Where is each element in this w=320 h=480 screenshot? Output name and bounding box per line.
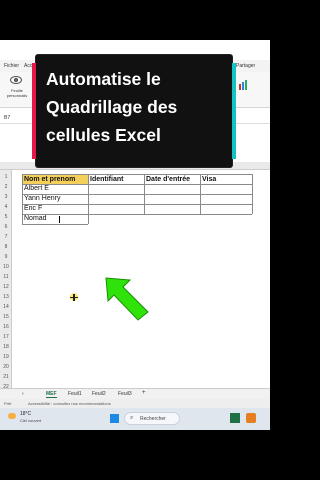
worksheet-grid[interactable]: Nom et prenom Identifiant Date d'entrée …: [12, 170, 270, 388]
tab-sheet-3[interactable]: Feuil3: [118, 391, 132, 397]
search-label: Rechercher: [140, 416, 166, 422]
search-icon: ⌕: [130, 415, 134, 421]
row-number[interactable]: 1: [0, 174, 12, 180]
grid-line: [22, 184, 252, 185]
row-number[interactable]: 9: [0, 254, 12, 260]
excel-taskbar-icon[interactable]: [230, 413, 240, 423]
row-number[interactable]: 15: [0, 314, 12, 320]
text-cursor: [59, 216, 60, 223]
search-box[interactable]: ⌕ Rechercher: [124, 412, 180, 425]
tab-file[interactable]: Fichier: [4, 63, 19, 69]
grid-line: [252, 174, 253, 214]
overlay-line-3: cellules Excel: [46, 125, 161, 145]
name-box[interactable]: B7: [4, 115, 10, 121]
share-button[interactable]: Partager: [236, 63, 255, 69]
sort-icon[interactable]: [238, 80, 248, 90]
row-headers: 1234567891011121314151617181920212223: [0, 170, 12, 400]
table-row[interactable]: Albert E: [22, 184, 88, 193]
table-row[interactable]: Nomad: [22, 214, 88, 223]
row-number[interactable]: 14: [0, 304, 12, 310]
row-number[interactable]: 7: [0, 234, 12, 240]
grid-line: [22, 214, 252, 215]
tab-sheet-2[interactable]: Feuil2: [92, 391, 106, 397]
row-number[interactable]: 13: [0, 294, 12, 300]
overlay-title: Automatise le Quadrillage des cellules E…: [46, 65, 230, 149]
row-number[interactable]: 10: [0, 264, 12, 270]
weather-temp[interactable]: 18°C: [20, 411, 31, 417]
title-overlay: Automatise le Quadrillage des cellules E…: [32, 55, 236, 167]
weather-icon: [8, 413, 16, 419]
grid-line: [22, 174, 252, 175]
overlay-line-1: Automatise le: [46, 69, 161, 89]
grid-line: [22, 224, 88, 225]
row-number[interactable]: 8: [0, 244, 12, 250]
app-taskbar-icon[interactable]: [246, 413, 256, 423]
tab-sheet-1[interactable]: Feuil1: [68, 391, 82, 397]
row-number[interactable]: 2: [0, 184, 12, 190]
sheet-nav-icon[interactable]: ›: [22, 391, 24, 397]
row-number[interactable]: 16: [0, 324, 12, 330]
pointer-arrow-icon: [105, 277, 149, 321]
windows-start-icon[interactable]: [110, 414, 119, 423]
grid-line: [200, 174, 201, 214]
grid-line: [22, 194, 252, 195]
row-number[interactable]: 17: [0, 334, 12, 340]
grid-line: [144, 174, 145, 214]
sheet-view-label[interactable]: Feuille personnalis: [2, 88, 32, 98]
weather-desc: Ciel couvert: [20, 418, 42, 423]
crosshair-icon: [70, 297, 78, 298]
row-number[interactable]: 21: [0, 374, 12, 380]
row-number[interactable]: 18: [0, 344, 12, 350]
row-number[interactable]: 5: [0, 214, 12, 220]
status-bar: Prêt Accessibilité : consultez nos recom…: [0, 399, 270, 408]
row-number[interactable]: 11: [0, 274, 12, 280]
grid-line: [22, 204, 252, 205]
grid-line: [88, 174, 89, 224]
add-sheet-button[interactable]: +: [142, 390, 146, 396]
sheet-tabs: › MEF Feuil1 Feuil2 Feuil3 +: [0, 388, 270, 399]
header-name[interactable]: Nom et prenom: [22, 175, 88, 184]
table-row[interactable]: Yann Henry: [22, 194, 88, 203]
status-ready: Prêt: [4, 401, 12, 406]
row-number[interactable]: 12: [0, 284, 12, 290]
overlay-line-2: Quadrillage des: [46, 97, 178, 117]
tab-sheet-mef[interactable]: MEF: [46, 391, 57, 398]
table-row[interactable]: Eric F: [22, 204, 88, 213]
header-visa[interactable]: Visa: [200, 175, 252, 184]
grid-line: [22, 174, 23, 224]
accent-bar-cyan: [232, 63, 236, 159]
accessibility-status[interactable]: Accessibilité : consultez nos recommanda…: [28, 401, 111, 406]
accent-bar-pink: [32, 63, 36, 159]
row-number[interactable]: 20: [0, 364, 12, 370]
header-date[interactable]: Date d'entrée: [144, 175, 200, 184]
eye-icon[interactable]: [10, 76, 22, 84]
row-number[interactable]: 19: [0, 354, 12, 360]
header-id[interactable]: Identifiant: [88, 175, 144, 184]
row-number[interactable]: 4: [0, 204, 12, 210]
windows-taskbar: 18°C Ciel couvert ⌕ Rechercher: [0, 408, 270, 430]
row-number[interactable]: 6: [0, 224, 12, 230]
row-number[interactable]: 3: [0, 194, 12, 200]
